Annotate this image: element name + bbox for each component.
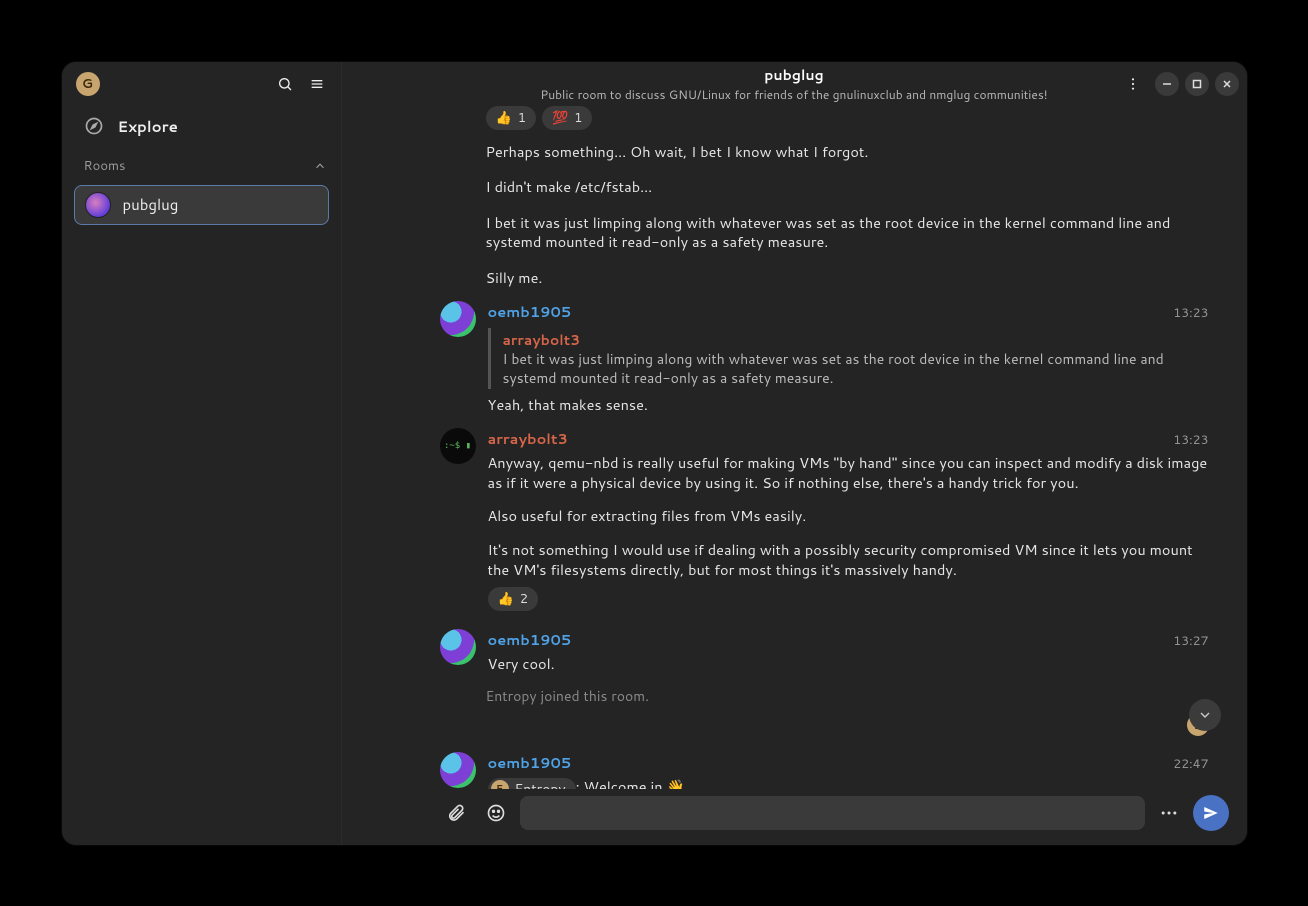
compass-icon (84, 116, 104, 136)
reaction-emoji: 💯 (552, 109, 568, 127)
rooms-section-header[interactable]: Rooms (62, 149, 341, 181)
message-composer (342, 789, 1247, 845)
message-group: :~$ ▮ arraybolt3 13:23 Anyway, qemu-nbd … (342, 418, 1247, 619)
reply-quote[interactable]: arraybolt3 I bet it was just limping alo… (488, 328, 1209, 388)
user-avatar-arraybolt3[interactable]: :~$ ▮ (440, 428, 476, 464)
room-avatar (85, 192, 111, 218)
emoji-icon[interactable] (480, 797, 512, 829)
kebab-menu-icon[interactable] (1117, 68, 1149, 100)
header: pubglug Public room to discuss GNU/Linux… (342, 62, 1247, 106)
message-group: oemb1905 22:47 E Entropy : Welcome in 👋 (342, 736, 1247, 789)
quote-username: arraybolt3 (503, 330, 1209, 350)
more-icon[interactable] (1153, 797, 1185, 829)
reaction-count: 2 (520, 590, 528, 608)
message-text: Yeah, that makes sense. (488, 391, 1209, 419)
message-text: I bet it was just limping along with wha… (342, 201, 1247, 256)
sidebar: G Explore Rooms pubglug (62, 62, 342, 845)
timestamp: 22:47 (1173, 755, 1208, 773)
message-text: Also useful for extracting files from VM… (488, 496, 1209, 530)
room-name: pubglug (123, 194, 179, 215)
search-icon[interactable] (269, 68, 301, 100)
timestamp: 13:23 (1173, 431, 1208, 449)
reaction-pill[interactable]: 💯 1 (542, 106, 592, 130)
explore-label: Explore (118, 116, 178, 137)
room-topic: Public room to discuss GNU/Linux for fri… (540, 86, 1047, 103)
message-text: Anyway, qemu-nbd is really useful for ma… (488, 449, 1209, 496)
reaction-pill[interactable]: 👍 2 (488, 587, 538, 611)
rooms-label: Rooms (84, 157, 126, 175)
timestamp: 13:27 (1173, 632, 1208, 650)
main-panel: pubglug Public room to discuss GNU/Linux… (342, 62, 1247, 845)
room-item-pubglug[interactable]: pubglug (74, 185, 329, 225)
message-list[interactable]: 👍 1 💯 1 Perhaps something... Oh wait, I … (342, 106, 1247, 789)
user-avatar-oemb1905[interactable] (440, 629, 476, 665)
user-avatar[interactable]: G (76, 72, 100, 96)
quote-text: I bet it was just limping along with wha… (503, 350, 1209, 386)
message-text: Silly me. (342, 256, 1247, 292)
message-group: oemb1905 13:27 Very cool. (342, 619, 1247, 678)
reaction-emoji: 👍 (498, 590, 514, 608)
hamburger-icon[interactable] (301, 68, 333, 100)
room-event: Entropy joined this room. (342, 678, 1247, 710)
explore-button[interactable]: Explore (62, 106, 341, 149)
reaction-emoji: 👍 (496, 109, 512, 127)
user-avatar-oemb1905[interactable] (440, 752, 476, 788)
message-text: Very cool. (488, 650, 1209, 678)
message-text: I didn't make /etc/fstab... (342, 165, 1247, 201)
message-text: E Entropy : Welcome in 👋 (488, 773, 1209, 789)
mention-avatar: E (491, 780, 509, 788)
message-tail: : Welcome in 👋 (576, 776, 685, 789)
maximize-button[interactable] (1185, 72, 1209, 96)
message-input[interactable] (520, 796, 1145, 830)
chevron-up-icon (313, 159, 327, 173)
minimize-button[interactable] (1155, 72, 1179, 96)
message-text: It's not something I would use if dealin… (488, 530, 1209, 583)
app-window: G Explore Rooms pubglug pubglug Pub (62, 62, 1247, 845)
header-title-group: pubglug Public room to discuss GNU/Linux… (342, 65, 1247, 103)
reaction-count: 1 (518, 109, 526, 127)
scroll-to-bottom-button[interactable] (1189, 699, 1221, 731)
event-avatar-row: E (342, 710, 1247, 736)
sidebar-header: G (62, 62, 341, 106)
attachment-icon[interactable] (440, 797, 472, 829)
reaction-row: 👍 1 💯 1 (342, 106, 1247, 138)
room-title: pubglug (764, 65, 823, 85)
username[interactable]: oemb1905 (488, 752, 572, 773)
message-text: Perhaps something... Oh wait, I bet I kn… (342, 138, 1247, 166)
username[interactable]: arraybolt3 (488, 428, 568, 449)
message-group: oemb1905 13:23 arraybolt3 I bet it was j… (342, 291, 1247, 418)
user-mention[interactable]: E Entropy (488, 778, 576, 789)
reaction-pill[interactable]: 👍 1 (486, 106, 536, 130)
close-button[interactable] (1215, 72, 1239, 96)
timestamp: 13:23 (1173, 304, 1208, 322)
mention-name: Entropy (515, 780, 566, 789)
send-button[interactable] (1193, 795, 1229, 831)
username[interactable]: oemb1905 (488, 301, 572, 322)
user-avatar-oemb1905[interactable] (440, 301, 476, 337)
username[interactable]: oemb1905 (488, 629, 572, 650)
reaction-count: 1 (574, 109, 582, 127)
